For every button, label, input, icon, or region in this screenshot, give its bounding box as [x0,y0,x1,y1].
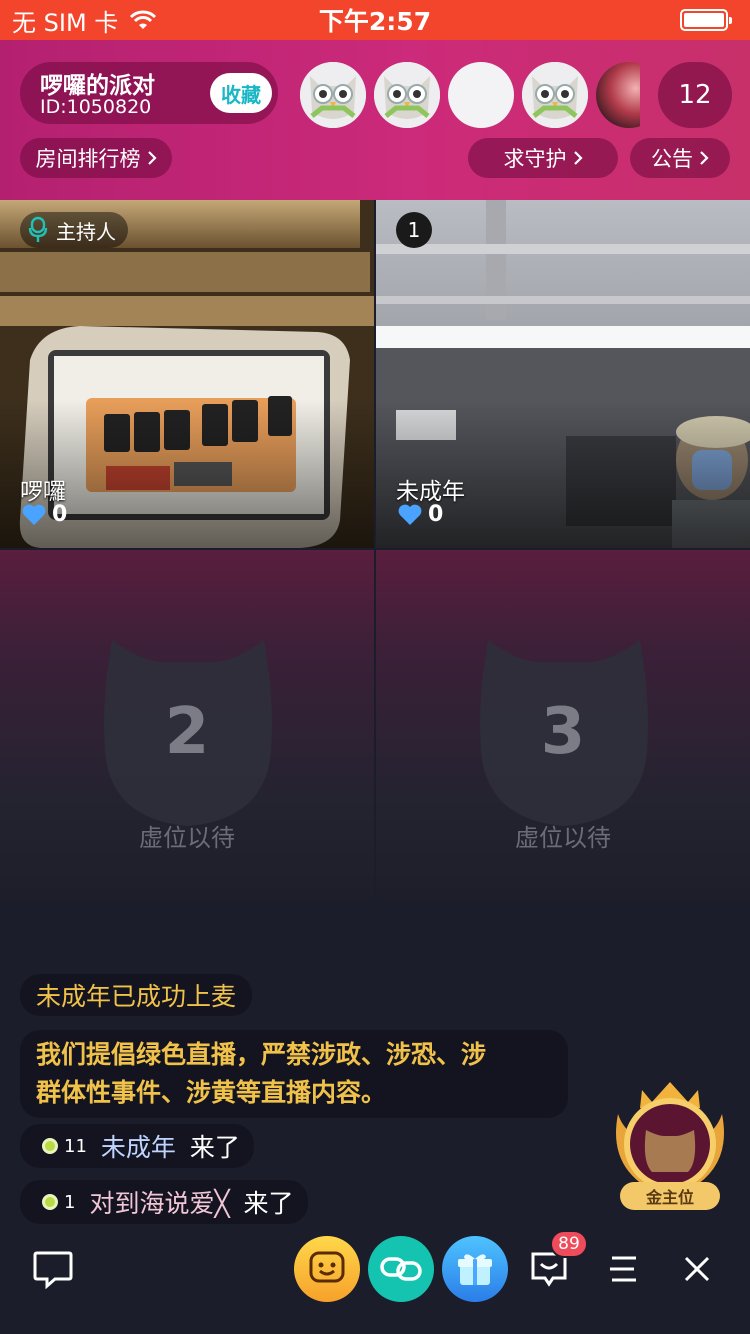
host-seat[interactable]: 主持人 啰囉 0 [0,200,374,548]
seat-3-label: 虚位以待 [515,824,611,852]
owl-avatar-icon [300,62,366,128]
level-number: 11 [64,1135,87,1157]
host-badge: 主持人 [20,212,128,248]
room-id: ID:1050820 [40,96,152,118]
close-icon [684,1256,710,1282]
seat-2-empty[interactable]: 2 虚位以待 [0,550,374,900]
level-badge: 11 [42,1136,87,1157]
gold-seat-label: 金主位 [620,1182,720,1210]
room-info[interactable]: 啰囉的派对 ID:1050820 收藏 [20,62,278,124]
emoji-icon [309,1251,345,1283]
seat-1[interactable]: 1 未成年 0 [376,200,750,548]
gift-button[interactable] [442,1236,508,1302]
avatar[interactable] [522,62,588,128]
chat-notice-line-2: 群体性事件、涉黄等直播内容。 [36,1078,387,1107]
room-header: 啰囉的派对 ID:1050820 收藏 12 房间排行榜 求守护 公告 [0,40,750,200]
heart-icon [22,504,46,525]
seat-3-number: 3 [540,695,586,769]
chat-join-message: 1 对到海说爱╳ 来了 [20,1180,308,1224]
owl-avatar-icon [374,62,440,128]
chat-bubble-icon [33,1251,73,1289]
level-badge: 1 [42,1192,75,1213]
link-icon [380,1257,422,1281]
message-count-badge: 89 [550,1230,588,1258]
host-badge-label: 主持人 [56,219,116,244]
chevron-right-icon [700,151,709,165]
seat-1-name: 未成年 [396,479,465,505]
audience-avatars [300,62,640,128]
chevron-right-icon [573,151,583,165]
chat-notice-line-1: 我们提倡绿色直播，严禁涉政、涉恐、涉 [36,1040,487,1069]
seat-3-empty[interactable]: 3 虚位以待 [376,550,750,900]
host-likes-count: 0 [52,502,68,527]
chat-join-message: 11 未成年 来了 [20,1124,254,1168]
chat-input-button[interactable] [20,1236,86,1302]
host-likes: 0 [22,502,67,527]
seat-1-likes-count: 0 [428,502,444,527]
level-number: 1 [64,1191,76,1213]
avatar[interactable] [374,62,440,128]
seat-1-likes: 0 [398,502,443,527]
avatar[interactable] [596,62,640,128]
avatar[interactable] [448,62,514,128]
chat-username[interactable]: 对到海说爱╳ [89,1184,229,1220]
notice-button[interactable]: 公告 [630,138,730,178]
gold-seat[interactable]: 金主位 [608,1074,732,1216]
carrier-text: 无 SIM 卡 [12,8,119,37]
seat-2-number: 2 [164,695,210,769]
microphone-icon [28,216,48,242]
chat-action: 来了 [189,1133,240,1162]
favorite-button[interactable]: 收藏 [210,73,272,113]
chevron-right-icon [147,151,157,165]
seat-2-label: 虚位以待 [139,824,235,852]
audience-count[interactable]: 12 [658,62,732,128]
gift-icon [458,1254,492,1285]
menu-icon [610,1256,636,1282]
seat-number-badge: 1 [396,212,432,248]
heart-icon [398,504,422,525]
wifi-icon [130,10,157,29]
host-name: 啰囉 [20,479,66,505]
status-left: 无 SIM 卡 [12,3,158,38]
chat-system-message: 未成年已成功上麦 [20,974,253,1016]
battery-icon [680,9,732,31]
crown-icon [616,1082,724,1190]
notice-label: 公告 [651,147,693,171]
connect-mic-button[interactable] [368,1236,434,1302]
close-button[interactable] [664,1236,730,1302]
chat-action: 来了 [243,1189,294,1218]
guard-button[interactable]: 求守护 [468,138,618,178]
room-ranking-button[interactable]: 房间排行榜 [20,138,172,178]
avatar[interactable] [300,62,366,128]
status-bar: 无 SIM 卡 下午2:57 [0,0,750,40]
menu-button[interactable] [590,1236,656,1302]
room-title: 啰囉的派对 [40,73,155,99]
chat-username[interactable]: 未成年 [101,1128,176,1164]
guard-label: 求守护 [503,147,567,171]
level-icon [42,1138,58,1154]
owl-avatar-icon [522,62,588,128]
room-ranking-label: 房间排行榜 [35,147,141,171]
chat-notice: 我们提倡绿色直播，严禁涉政、涉恐、涉 群体性事件、涉黄等直播内容。 [20,1030,568,1118]
emoji-button[interactable] [294,1236,360,1302]
level-icon [42,1194,58,1210]
